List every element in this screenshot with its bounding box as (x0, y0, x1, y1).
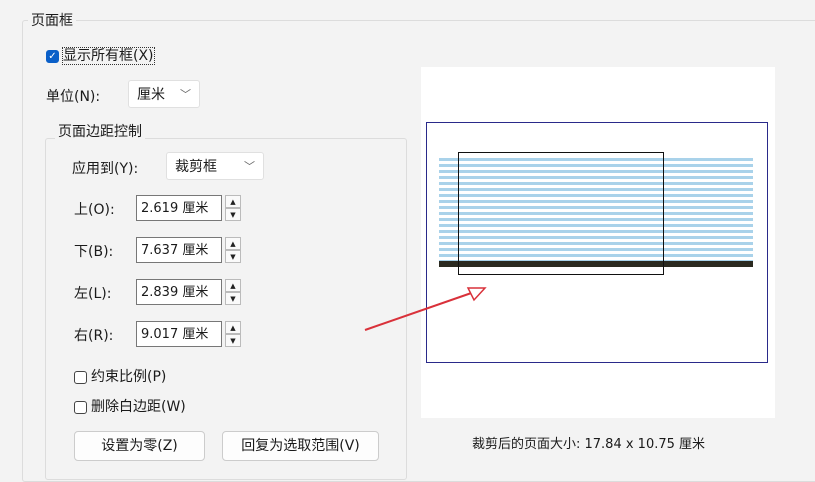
checkbox-icon (74, 400, 87, 414)
margin-label: 下(B): (74, 244, 114, 260)
margin-label: 上(O): (74, 202, 115, 218)
preview-panel (421, 67, 775, 418)
margin-input[interactable]: 2.839 厘米 (136, 279, 222, 305)
margin-label: 左(L): (74, 286, 112, 302)
spin-up-icon[interactable]: ▲ (225, 321, 241, 334)
spin-down-icon[interactable]: ▼ (225, 292, 241, 305)
constrain-checkbox[interactable]: 约束比例(P) (74, 366, 166, 386)
apply-select[interactable]: 裁剪框 ﹀ (166, 152, 264, 180)
set-zero-button[interactable]: 设置为零(Z) (74, 431, 205, 461)
margin-label: 右(R): (74, 328, 114, 344)
spin-down-icon[interactable]: ▼ (225, 208, 241, 221)
apply-label: 应用到(Y): (72, 161, 139, 177)
margin-input[interactable]: 2.619 厘米 (136, 195, 222, 221)
margin-input[interactable]: 9.017 厘米 (136, 321, 222, 347)
unit-select[interactable]: 厘米 ﹀ (128, 80, 200, 108)
spin-up-icon[interactable]: ▲ (225, 195, 241, 208)
arrow-annotation (364, 287, 487, 331)
crop-box (458, 152, 664, 275)
spin-up-icon[interactable]: ▲ (225, 279, 241, 292)
margins-title: 页面边距控制 (55, 121, 145, 141)
show-all-checkbox[interactable]: ✓ 显示所有框(X) (46, 45, 155, 65)
page-frame-title: 页面框 (28, 10, 76, 30)
spin-down-icon[interactable]: ▼ (225, 250, 241, 263)
spin-up-icon[interactable]: ▲ (225, 237, 241, 250)
margins-group (45, 138, 407, 480)
remove-white-checkbox[interactable]: 删除白边距(W) (74, 396, 186, 416)
checkbox-icon: ✓ (46, 49, 59, 63)
spin-down-icon[interactable]: ▼ (225, 334, 241, 347)
revert-button[interactable]: 回复为选取范围(V) (222, 431, 379, 461)
chevron-down-icon: ﹀ (180, 88, 191, 101)
cropped-size-label: 裁剪后的页面大小: 17.84 x 10.75 厘米 (472, 437, 706, 452)
chevron-down-icon: ﹀ (244, 160, 255, 173)
margin-input[interactable]: 7.637 厘米 (136, 237, 222, 263)
unit-label: 单位(N): (46, 89, 101, 105)
checkbox-icon (74, 370, 87, 384)
